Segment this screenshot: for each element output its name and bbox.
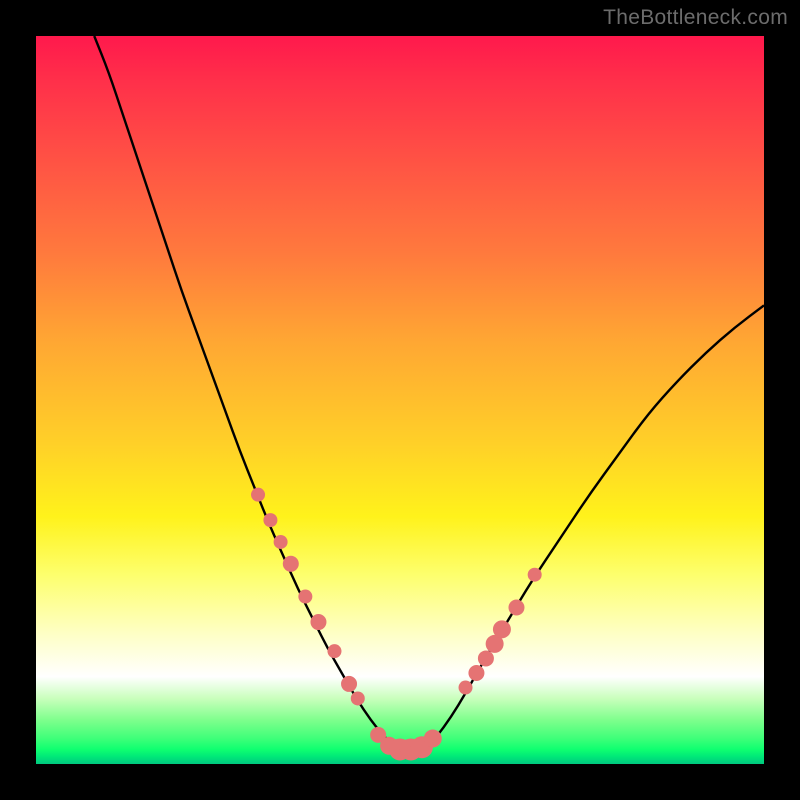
- scatter-point: [424, 730, 442, 748]
- scatter-point: [274, 535, 288, 549]
- scatter-points: [251, 488, 542, 761]
- chart-frame: TheBottleneck.com: [0, 0, 800, 800]
- scatter-point: [341, 676, 357, 692]
- scatter-point: [263, 513, 277, 527]
- scatter-point: [459, 681, 473, 695]
- scatter-point: [478, 650, 494, 666]
- scatter-point: [351, 691, 365, 705]
- scatter-point: [468, 665, 484, 681]
- scatter-point: [493, 620, 511, 638]
- scatter-point: [310, 614, 326, 630]
- scatter-point: [251, 488, 265, 502]
- scatter-point: [528, 568, 542, 582]
- scatter-point: [327, 644, 341, 658]
- plot-area: [36, 36, 764, 764]
- scatter-point: [283, 556, 299, 572]
- scatter-points-layer: [36, 36, 764, 764]
- scatter-point: [508, 599, 524, 615]
- scatter-point: [298, 590, 312, 604]
- watermark-text: TheBottleneck.com: [603, 6, 788, 30]
